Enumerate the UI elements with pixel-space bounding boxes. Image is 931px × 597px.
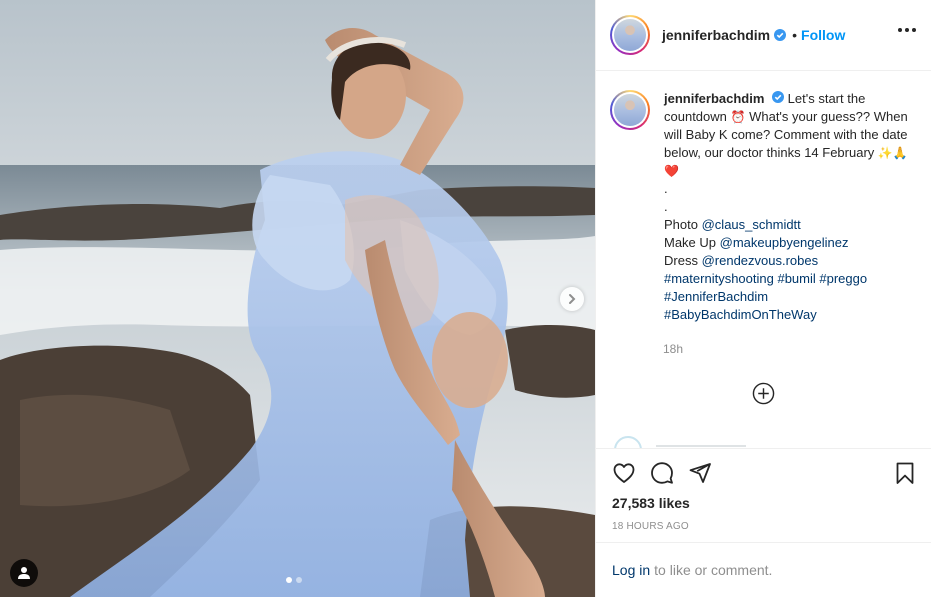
- caption-line1b: What's your guess??: [749, 109, 871, 124]
- alarm-emoji: ⏰: [730, 110, 746, 124]
- caption: jenniferbachdim Let's start the countdow…: [610, 90, 918, 324]
- hashtags-row: #maternityshooting #bumil #preggo: [664, 270, 918, 288]
- login-suffix: to like or comment.: [654, 562, 773, 578]
- next-photo-button[interactable]: [560, 287, 584, 311]
- action-icons: [612, 461, 712, 485]
- credit-makeup: Make Up @makeupbyengelinez: [664, 234, 918, 252]
- avatar[interactable]: [610, 15, 650, 55]
- bookmark-icon[interactable]: [893, 461, 917, 485]
- comments-area[interactable]: jenniferbachdim Let's start the countdow…: [596, 71, 931, 448]
- credit-photo-label: Photo: [664, 217, 698, 232]
- comment-icon[interactable]: [650, 461, 674, 485]
- caption-username[interactable]: jenniferbachdim: [664, 91, 764, 106]
- carousel-dot-active: [286, 577, 292, 583]
- credit-photo: Photo @claus_schmidtt: [664, 216, 918, 234]
- credit-makeup-label: Make Up: [664, 235, 717, 250]
- login-link[interactable]: Log in: [612, 562, 650, 578]
- separator: •: [792, 27, 798, 43]
- share-icon[interactable]: [688, 461, 712, 485]
- caption-dot: .: [664, 181, 668, 196]
- mention-link[interactable]: @rendezvous.robes: [702, 253, 819, 268]
- follow-button[interactable]: Follow: [801, 27, 845, 43]
- hashtag-link[interactable]: #maternityshooting: [664, 271, 774, 286]
- more-icon[interactable]: [898, 28, 916, 32]
- hashtag-link[interactable]: #BabyBachdimOnTheWay: [664, 306, 918, 324]
- mention-link[interactable]: @claus_schmidtt: [702, 217, 801, 232]
- posted-time[interactable]: 18 HOURS AGO: [612, 521, 689, 532]
- mention-link[interactable]: @makeupbyengelinez: [720, 235, 849, 250]
- caption-dot: .: [664, 199, 668, 214]
- next-comment-peek: [614, 436, 746, 448]
- carousel-indicator: [286, 577, 302, 583]
- hashtag-link[interactable]: #JenniferBachdim: [664, 288, 918, 306]
- credit-dress: Dress @rendezvous.robes: [664, 252, 918, 270]
- user-tag-icon: [18, 567, 30, 579]
- login-prompt: Log in to like or comment.: [596, 542, 931, 597]
- relative-time[interactable]: 18h: [663, 342, 683, 356]
- hashtag-link[interactable]: #bumil: [777, 271, 815, 286]
- credit-dress-label: Dress: [664, 253, 698, 268]
- actions-section: 27,583 likes 18 HOURS AGO: [596, 448, 931, 532]
- tagged-users-button[interactable]: [10, 559, 38, 587]
- post-header: jenniferbachdim • Follow: [596, 0, 931, 71]
- photo-scene: [0, 0, 595, 597]
- hashtag-link[interactable]: #preggo: [819, 271, 867, 286]
- caption-text: jenniferbachdim Let's start the countdow…: [664, 90, 918, 324]
- plus-circle-icon[interactable]: [752, 382, 775, 405]
- chevron-right-icon: [569, 294, 576, 304]
- caption-avatar[interactable]: [610, 90, 650, 130]
- likes-count[interactable]: 27,583 likes: [612, 495, 690, 511]
- verified-icon: [772, 91, 785, 103]
- verified-icon: [774, 29, 787, 41]
- post-photo[interactable]: [0, 0, 595, 597]
- post-details-panel: jenniferbachdim • Follow jenniferbachdim: [595, 0, 931, 597]
- commenter-avatar[interactable]: [614, 436, 642, 448]
- username-link[interactable]: jenniferbachdim: [662, 27, 770, 43]
- heart-icon[interactable]: [612, 461, 636, 485]
- carousel-dot: [296, 577, 302, 583]
